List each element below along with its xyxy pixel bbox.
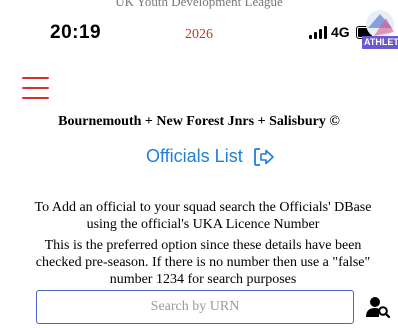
- officials-list-link[interactable]: Officials List: [146, 146, 275, 167]
- officials-list-label: Officials List: [146, 146, 243, 166]
- club-title: Bournemouth + New Forest Jnrs + Salisbur…: [58, 114, 340, 129]
- network-type: 4G: [331, 24, 350, 40]
- league-title: UK Youth Development League: [115, 0, 283, 9]
- hamburger-menu-icon[interactable]: [22, 77, 49, 99]
- search-urn-input[interactable]: [36, 290, 354, 324]
- logo-label: ATHLET: [362, 36, 398, 48]
- preferred-option-text: This is the preferred option since these…: [35, 238, 371, 287]
- signal-icon: [309, 25, 327, 39]
- user-search-icon[interactable]: [366, 296, 390, 318]
- instructions-text: To Add an official to your squad search …: [34, 200, 372, 232]
- sign-in-icon: [253, 147, 274, 166]
